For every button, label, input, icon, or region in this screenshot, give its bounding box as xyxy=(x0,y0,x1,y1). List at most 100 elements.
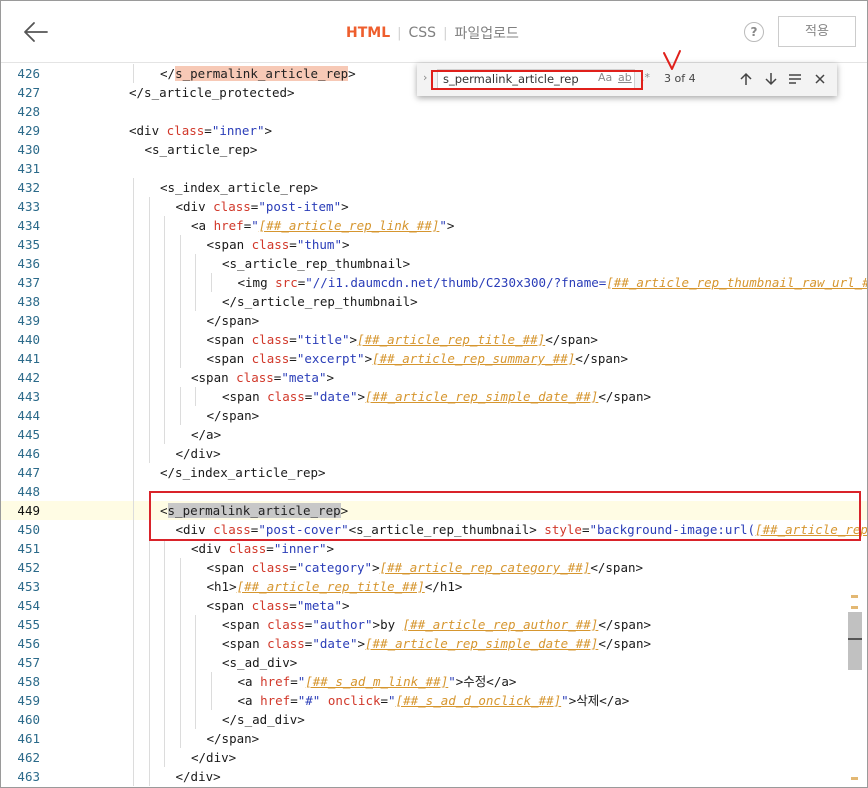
code-token-plain: >by xyxy=(372,617,403,632)
code-text: <span class="author">by [##_article_rep_… xyxy=(222,615,651,634)
vertical-scrollbar[interactable] xyxy=(846,63,867,787)
line-number: 435 xyxy=(17,237,40,252)
code-line[interactable]: 450 <div class="post-cover"<s_article_rep… xyxy=(1,520,867,539)
tab-file-upload[interactable]: 파일업로드 xyxy=(454,23,518,43)
line-number: 433 xyxy=(17,199,40,214)
code-line[interactable]: 455 <span class="author">by [##_article_r… xyxy=(1,615,867,634)
line-number: 463 xyxy=(17,769,40,784)
close-find-icon[interactable] xyxy=(812,71,828,87)
line-number: 442 xyxy=(17,370,40,385)
toggle-replace-chevron-icon[interactable]: › xyxy=(423,71,427,84)
code-token-attr: class xyxy=(213,199,251,214)
line-number: 437 xyxy=(17,275,40,290)
line-number: 446 xyxy=(17,446,40,461)
code-token-plain: </span> xyxy=(598,389,651,404)
code-line[interactable]: 452 <span class="category">[##_article_re… xyxy=(1,558,867,577)
code-line[interactable]: 463 </div> xyxy=(1,767,867,786)
code-line[interactable]: 444 </span> xyxy=(1,406,867,425)
code-line[interactable]: 433 <div class="post-item"> xyxy=(1,197,867,216)
code-line[interactable]: 456 <span class="date">[##_article_rep_si… xyxy=(1,634,867,653)
code-token-plain: </span> xyxy=(206,408,260,423)
tab-html[interactable]: HTML xyxy=(346,25,390,41)
code-line[interactable]: 429 <div class="inner"> xyxy=(1,121,867,140)
code-token-attr: class xyxy=(251,560,290,575)
code-token-plain: = xyxy=(204,123,212,138)
code-line[interactable]: 437 <img src="//i1.daumcdn.net/thumb/C230… xyxy=(1,273,867,292)
code-line[interactable]: 457 <s_ad_div> xyxy=(1,653,867,672)
code-line[interactable]: 462 </div> xyxy=(1,748,867,767)
find-in-selection-icon[interactable] xyxy=(787,71,803,87)
code-line[interactable]: 454 <span class="meta"> xyxy=(1,596,867,615)
code-line[interactable]: 441 <span class="excerpt">[##_article_rep… xyxy=(1,349,867,368)
code-text: <h1>[##_article_rep_title_##]</h1> xyxy=(207,577,463,596)
code-text: <span class="category">[##_article_rep_c… xyxy=(207,558,644,577)
code-line[interactable]: 461 </span> xyxy=(1,729,867,748)
code-token-plain: = xyxy=(289,598,297,613)
code-token-plain: <a xyxy=(191,218,214,233)
code-token-plain: </s_article_protected> xyxy=(129,85,295,100)
code-text: <s_permalink_article_rep> xyxy=(160,501,348,520)
code-line[interactable]: 428 xyxy=(1,102,867,121)
code-line[interactable]: 451 <div class="inner"> xyxy=(1,539,867,558)
code-token-plain: </span> xyxy=(545,332,598,347)
code-token-plain: <div xyxy=(129,123,167,138)
line-number: 451 xyxy=(17,541,40,556)
code-token-plain: = xyxy=(380,693,389,708)
editor-tabs: HTML | CSS | 파일업로드 xyxy=(346,23,519,43)
back-arrow-icon[interactable] xyxy=(23,20,49,44)
line-number: 432 xyxy=(17,180,40,195)
code-token-plain: = xyxy=(290,674,298,689)
code-line[interactable]: 439 </span> xyxy=(1,311,867,330)
tab-css[interactable]: CSS xyxy=(409,25,437,41)
code-line[interactable]: 446 </div> xyxy=(1,444,867,463)
code-line[interactable]: 453 <h1>[##_article_rep_title_##]</h1> xyxy=(1,577,867,596)
code-token-plain: </ xyxy=(160,66,176,81)
line-number: 460 xyxy=(17,712,40,727)
code-line[interactable]: 442 <span class="meta"> xyxy=(1,368,867,387)
line-number: 454 xyxy=(17,598,40,613)
code-token-attr: class xyxy=(251,332,290,347)
previous-match-arrow-icon[interactable] xyxy=(738,71,754,87)
line-number: 439 xyxy=(17,313,40,328)
apply-button[interactable]: 적용 xyxy=(778,16,856,47)
code-text: </s_permalink_article_rep> xyxy=(160,64,356,83)
code-token-plain: <img xyxy=(237,275,276,290)
indent-guide xyxy=(195,254,196,311)
code-token-plain: = xyxy=(289,237,297,252)
code-line[interactable]: 430 <s_article_rep> xyxy=(1,140,867,159)
code-line[interactable]: 431 xyxy=(1,159,867,178)
code-line[interactable]: 447 </s_index_article_rep> xyxy=(1,463,867,482)
code-token-attr: onclick xyxy=(327,693,381,708)
code-token-tpl: [##_article_rep_simple_date_##] xyxy=(365,389,599,404)
code-line[interactable]: 459 <a href="#" onclick="[##_s_ad_d_oncli… xyxy=(1,691,867,710)
code-line[interactable]: 434 <a href="[##_article_rep_link_##]"> xyxy=(1,216,867,235)
code-line[interactable]: 445 </a> xyxy=(1,425,867,444)
code-line[interactable]: 449 <s_permalink_article_rep> xyxy=(1,501,867,520)
code-token-attr: style xyxy=(544,522,582,537)
whole-word-icon[interactable]: ab xyxy=(618,71,632,84)
code-editor[interactable]: 426 </s_permalink_article_rep> 427 </s_arti… xyxy=(1,63,867,787)
code-line[interactable]: 460 </s_ad_div> xyxy=(1,710,867,729)
code-line[interactable]: 458 <a href="[##_s_ad_m_link_##]">수정</a> xyxy=(1,672,867,691)
code-line[interactable]: 440 <span class="title">[##_article_rep_t… xyxy=(1,330,867,349)
code-line[interactable]: 443 <span class="date">[##_article_rep_si… xyxy=(1,387,867,406)
code-text: <span class="date">[##_article_rep_simpl… xyxy=(222,387,651,406)
code-line[interactable]: 435 <span class="thum"> xyxy=(1,235,867,254)
indent-guide xyxy=(133,64,134,83)
indent-guide xyxy=(180,235,181,368)
help-icon[interactable]: ? xyxy=(744,22,764,42)
code-line[interactable]: 448 xyxy=(1,482,867,501)
code-line[interactable]: 436 <s_article_rep_thumbnail> xyxy=(1,254,867,273)
code-text: <div class="post-cover"<s_article_rep_th… xyxy=(176,520,868,539)
scrollbar-thumb[interactable] xyxy=(848,612,862,670)
code-token-str: " xyxy=(439,218,447,233)
code-line[interactable]: 432 <s_index_article_rep> xyxy=(1,178,867,197)
code-text: <div class="inner"> xyxy=(129,121,272,140)
regex-icon[interactable]: .* xyxy=(641,71,650,84)
code-text: <div class="inner"> xyxy=(191,539,334,558)
code-line[interactable]: 438 </s_article_rep_thumbnail> xyxy=(1,292,867,311)
line-number: 431 xyxy=(17,161,40,176)
match-case-icon[interactable]: Aa xyxy=(598,71,612,84)
line-number: 457 xyxy=(17,655,40,670)
next-match-arrow-icon[interactable] xyxy=(763,71,779,87)
